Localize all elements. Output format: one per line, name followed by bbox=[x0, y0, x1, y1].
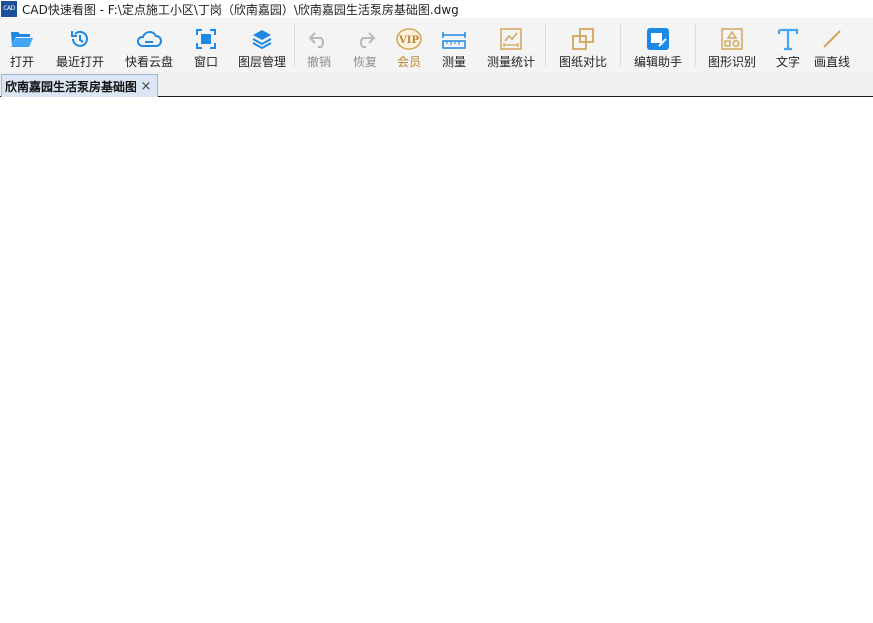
line-icon bbox=[819, 26, 845, 52]
window-frame-icon bbox=[193, 26, 219, 52]
layers-icon bbox=[249, 26, 275, 52]
edit-helper-button[interactable]: 编辑助手 bbox=[621, 18, 695, 72]
undo-button[interactable]: 撤销 bbox=[295, 18, 343, 72]
edit-helper-label: 编辑助手 bbox=[633, 55, 682, 69]
window-title: CAD快速看图 - F:\定点施工小区\丁岗（欣南嘉园）\欣南嘉园生活泵房基础图… bbox=[22, 2, 459, 17]
measure-label: 测量 bbox=[441, 55, 466, 69]
recent-label: 最近打开 bbox=[55, 55, 104, 69]
layers-label: 图层管理 bbox=[237, 55, 286, 69]
layers-button[interactable]: 图层管理 bbox=[230, 18, 294, 72]
compare-icon bbox=[570, 26, 596, 52]
redo-icon bbox=[352, 26, 378, 52]
app-logo-icon: CAD bbox=[1, 1, 17, 17]
shape-recognition-label: 图形识别 bbox=[707, 55, 756, 69]
close-icon[interactable]: × bbox=[136, 79, 156, 94]
title-bar: CAD CAD快速看图 - F:\定点施工小区\丁岗（欣南嘉园）\欣南嘉园生活泵… bbox=[0, 0, 873, 18]
draw-line-label: 画直线 bbox=[813, 55, 850, 69]
window-label: 窗口 bbox=[193, 55, 218, 69]
redo-button[interactable]: 恢复 bbox=[343, 18, 387, 72]
measure-stats-label: 测量统计 bbox=[486, 55, 535, 69]
cloud-label: 快看云盘 bbox=[124, 55, 173, 69]
text-t-icon bbox=[775, 26, 801, 52]
edit-helper-icon bbox=[645, 26, 671, 52]
compare-label: 图纸对比 bbox=[558, 55, 607, 69]
window-button[interactable]: 窗口 bbox=[182, 18, 230, 72]
document-tab-bar: 欣南嘉园生活泵房基础图 × bbox=[0, 72, 873, 97]
document-tab[interactable]: 欣南嘉园生活泵房基础图 × bbox=[1, 74, 158, 97]
measure-stats-icon bbox=[498, 26, 524, 52]
shape-recognition-icon bbox=[719, 26, 745, 52]
undo-icon bbox=[306, 26, 332, 52]
redo-label: 恢复 bbox=[352, 55, 377, 69]
cloud-icon bbox=[136, 26, 162, 52]
open-label: 打开 bbox=[9, 55, 34, 69]
open-button[interactable]: 打开 bbox=[0, 18, 44, 72]
measure-button[interactable]: 测量 bbox=[431, 18, 477, 72]
app-window: CAD CAD快速看图 - F:\定点施工小区\丁岗（欣南嘉园）\欣南嘉园生活泵… bbox=[0, 0, 873, 623]
folder-open-icon bbox=[9, 26, 35, 52]
vip-icon: VIP bbox=[396, 26, 422, 52]
main-toolbar: 打开 最近打开 快看云盘 窗口 图层管理 撤销 恢复 VIP 会员 测量 测量统… bbox=[0, 18, 873, 72]
compare-button[interactable]: 图纸对比 bbox=[546, 18, 620, 72]
undo-label: 撤销 bbox=[306, 55, 331, 69]
shape-recognition-button[interactable]: 图形识别 bbox=[696, 18, 768, 72]
ruler-icon bbox=[441, 26, 467, 52]
clock-history-icon bbox=[67, 26, 93, 52]
text-label: 文字 bbox=[775, 55, 800, 69]
cloud-button[interactable]: 快看云盘 bbox=[116, 18, 182, 72]
member-button[interactable]: VIP 会员 bbox=[387, 18, 431, 72]
draw-line-button[interactable]: 画直线 bbox=[808, 18, 856, 72]
drawing-canvas[interactable] bbox=[0, 98, 873, 623]
document-tab-label: 欣南嘉园生活泵房基础图 bbox=[5, 79, 136, 94]
svg-text:VIP: VIP bbox=[398, 35, 419, 46]
member-label: 会员 bbox=[396, 55, 421, 69]
text-button[interactable]: 文字 bbox=[768, 18, 808, 72]
recent-button[interactable]: 最近打开 bbox=[44, 18, 116, 72]
measure-stats-button[interactable]: 测量统计 bbox=[477, 18, 545, 72]
